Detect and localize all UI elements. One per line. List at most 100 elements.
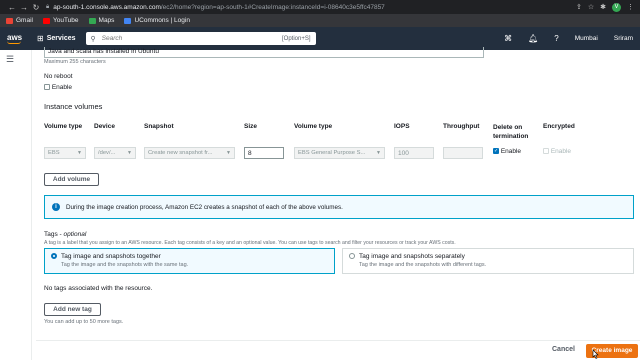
instance-volumes-heading: Instance volumes bbox=[44, 102, 103, 111]
no-reboot-label: No reboot bbox=[44, 73, 73, 80]
delete-on-termination-checkbox[interactable]: ✓ Enable bbox=[493, 148, 521, 155]
checkbox-icon bbox=[44, 84, 50, 91]
checkbox-icon bbox=[543, 148, 549, 155]
encrypted-label: Enable bbox=[550, 148, 572, 155]
iops-input: 100 bbox=[394, 147, 434, 159]
back-icon[interactable]: ← bbox=[6, 3, 18, 12]
delete-on-termination-label: Enable bbox=[500, 148, 522, 155]
col-delete-on-termination: Delete on termination bbox=[493, 124, 529, 140]
add-volume-button[interactable]: Add volume bbox=[44, 173, 99, 186]
snapshot-select: Create new snapshot fr... ▼ bbox=[144, 147, 235, 159]
search-shortcut: [Option+S] bbox=[281, 35, 311, 42]
search-input[interactable] bbox=[101, 35, 282, 42]
youtube-icon bbox=[42, 17, 50, 24]
tags-heading-text: Tags bbox=[44, 231, 58, 238]
reload-icon[interactable]: ↻ bbox=[30, 3, 42, 12]
col-ebs-volume-type: Volume type bbox=[294, 123, 333, 130]
services-grid-icon[interactable]: ⊞ bbox=[37, 34, 44, 43]
tag-separately-title: Tag image and snapshots separately bbox=[359, 253, 465, 260]
caret-icon: ▼ bbox=[127, 150, 132, 156]
tag-together-title: Tag image and snapshots together bbox=[61, 253, 161, 260]
bookmark-maps[interactable]: Maps bbox=[88, 17, 115, 24]
bookmark-label: YouTube bbox=[52, 17, 79, 24]
snapshot-value: Create new snapshot fr... bbox=[148, 150, 213, 156]
device-select: /dev/... ▼ bbox=[94, 147, 136, 159]
encrypted-checkbox: Enable bbox=[543, 148, 571, 155]
services-menu[interactable]: Services bbox=[47, 35, 76, 42]
bookmark-gmail[interactable]: Gmail bbox=[6, 17, 33, 24]
throughput-input bbox=[443, 147, 483, 159]
tags-heading: Tags - optional bbox=[44, 231, 87, 238]
address-bar[interactable]: ap-south-1.console.aws.amazon.com/ec2/ho… bbox=[53, 4, 576, 11]
maps-icon bbox=[88, 17, 96, 24]
checkmark-icon: ✓ bbox=[493, 148, 499, 155]
no-reboot-enable-label: Enable bbox=[51, 84, 73, 91]
url-host: ap-south-1.console.aws.amazon.com bbox=[53, 3, 161, 11]
volume-type-value: EBS bbox=[48, 150, 60, 156]
create-image-form: Java and scala has installed in Ubuntu M… bbox=[36, 47, 640, 360]
col-iops: IOPS bbox=[394, 123, 410, 130]
star-icon[interactable]: ☆ bbox=[588, 3, 594, 11]
device-value: /dev/... bbox=[98, 150, 116, 156]
profile-avatar[interactable]: V bbox=[612, 2, 621, 12]
account-menu[interactable]: Sriram bbox=[614, 35, 633, 42]
col-encrypted: Encrypted bbox=[543, 123, 575, 130]
notifications-icon[interactable]: 🔔︎ bbox=[528, 34, 538, 43]
ebs-volume-type-select[interactable]: EBS General Purpose S... ▼ bbox=[294, 147, 385, 159]
bookmark-youtube[interactable]: YouTube bbox=[42, 17, 79, 24]
size-input[interactable]: 8 bbox=[244, 147, 284, 159]
browser-toolbar: ← → ↻ 🔒︎ ap-south-1.console.aws.amazon.c… bbox=[0, 0, 640, 14]
radio-unselected-icon bbox=[349, 253, 355, 260]
info-alert: i During the image creation process, Ama… bbox=[44, 195, 634, 219]
caret-icon: ▼ bbox=[226, 150, 231, 156]
menu-icon[interactable]: ⋮ bbox=[627, 3, 634, 11]
tag-limit-hint: You can add up to 50 more tags. bbox=[44, 319, 124, 325]
lock-icon[interactable]: 🔒︎ bbox=[46, 4, 49, 11]
aws-logo-text: aws bbox=[7, 32, 23, 42]
hamburger-icon[interactable]: ☰ bbox=[6, 54, 14, 65]
gmail-icon bbox=[6, 17, 13, 24]
col-volume-type: Volume type bbox=[44, 123, 83, 130]
bookmarks-bar: Gmail YouTube Maps UCommons | Login bbox=[0, 14, 640, 27]
side-navigation: ☰ bbox=[0, 50, 32, 360]
info-message: During the image creation process, Amazo… bbox=[66, 203, 343, 211]
image-description-field[interactable]: Java and scala has installed in Ubuntu bbox=[44, 47, 484, 58]
no-reboot-checkbox[interactable]: Enable bbox=[44, 84, 72, 91]
help-icon[interactable]: ? bbox=[554, 34, 558, 43]
search-icon: ⚲ bbox=[90, 35, 96, 43]
radio-selected-icon bbox=[51, 253, 57, 260]
tag-together-option[interactable]: Tag image and snapshots together Tag the… bbox=[44, 248, 335, 274]
cancel-button[interactable]: Cancel bbox=[552, 346, 575, 353]
tags-optional-text: optional bbox=[63, 231, 87, 238]
share-icon[interactable]: ⇪ bbox=[576, 3, 582, 11]
forward-icon[interactable]: → bbox=[18, 3, 30, 12]
bookmark-label: UCommons | Login bbox=[134, 17, 190, 24]
caret-icon: ▼ bbox=[77, 150, 82, 156]
form-actions: Cancel Create image bbox=[36, 340, 640, 360]
ucommons-icon bbox=[124, 17, 132, 24]
volume-type-select: EBS ▼ bbox=[44, 147, 86, 159]
ebs-volume-type-value: EBS General Purpose S... bbox=[298, 150, 366, 156]
tag-separately-desc: Tag the image and the snapshots with dif… bbox=[359, 262, 487, 268]
tag-separately-option[interactable]: Tag image and snapshots separately Tag t… bbox=[342, 248, 634, 274]
bookmark-label: Maps bbox=[98, 17, 115, 24]
aws-logo[interactable]: aws bbox=[7, 32, 27, 44]
col-throughput: Throughput bbox=[443, 123, 480, 130]
no-tags-message: No tags associated with the resource. bbox=[44, 285, 153, 292]
caret-icon: ▼ bbox=[376, 150, 381, 156]
tags-description: A tag is a label that you assign to an A… bbox=[44, 240, 456, 246]
col-size: Size bbox=[244, 123, 258, 130]
info-icon: i bbox=[52, 203, 60, 211]
search-bar[interactable]: ⚲ [Option+S] bbox=[85, 32, 316, 45]
tag-together-desc: Tag the image and the snapshots with the… bbox=[61, 262, 189, 268]
bookmark-label: Gmail bbox=[16, 17, 33, 24]
col-snapshot: Snapshot bbox=[144, 123, 174, 130]
extensions-icon[interactable]: ✱ bbox=[600, 3, 606, 11]
url-path: /ec2/home?region=ap-south-1#CreateImage:… bbox=[160, 3, 385, 11]
bookmark-ucommons[interactable]: UCommons | Login bbox=[124, 17, 190, 24]
mouse-cursor-icon bbox=[592, 349, 599, 359]
region-selector[interactable]: Mumbai bbox=[575, 35, 598, 42]
cloudshell-icon[interactable]: ⌘ bbox=[504, 34, 512, 43]
add-new-tag-button[interactable]: Add new tag bbox=[44, 303, 101, 316]
col-device: Device bbox=[94, 123, 115, 130]
